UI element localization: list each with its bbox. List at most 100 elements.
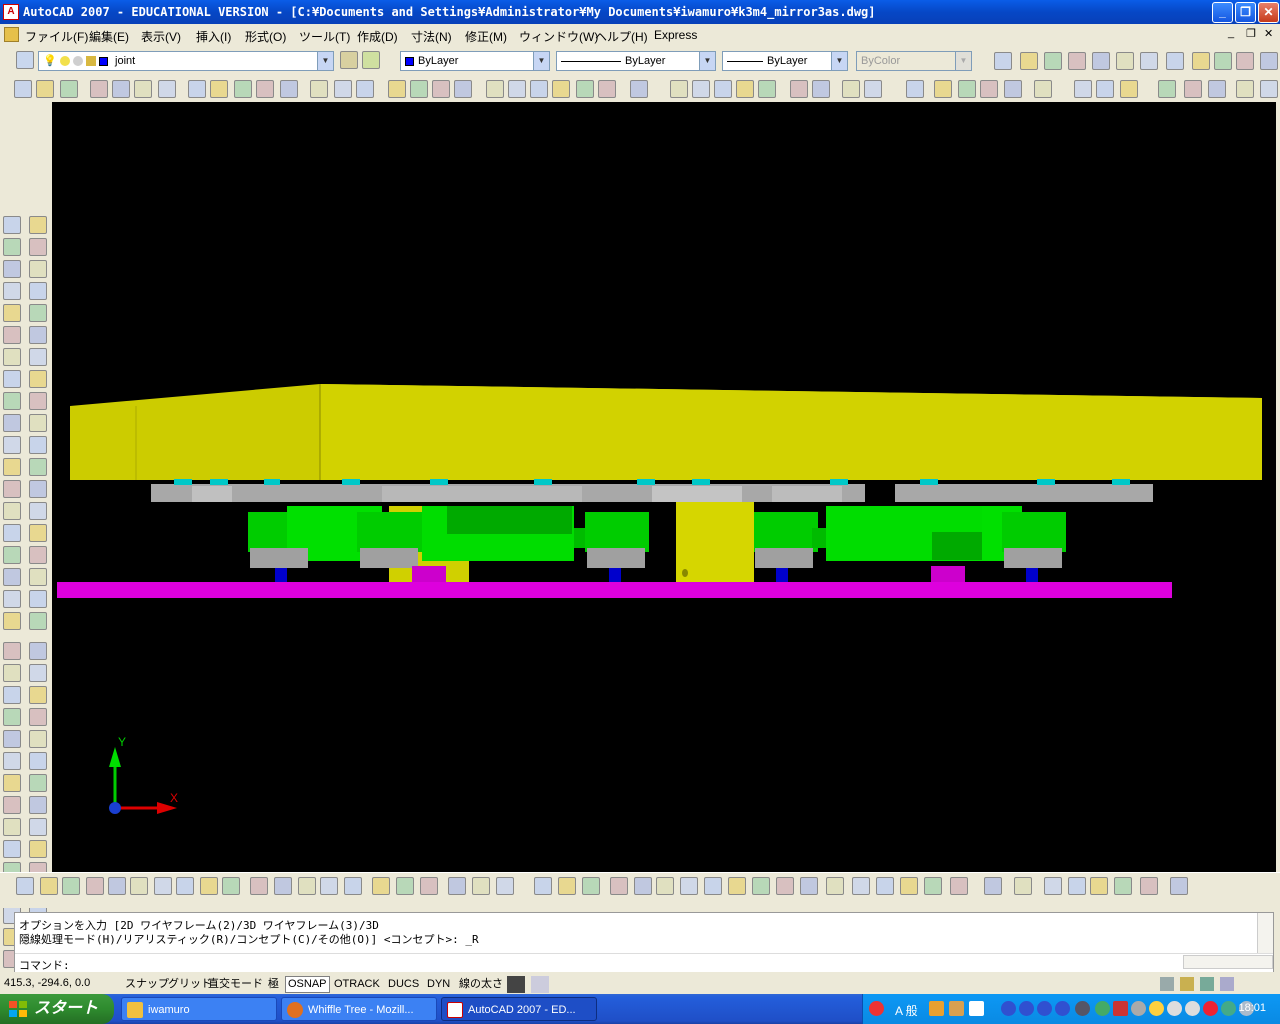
view-icon[interactable]: [1214, 52, 1232, 70]
modeling-tool-icon[interactable]: [534, 877, 552, 895]
draw-tool-icon[interactable]: [29, 568, 47, 586]
title-bar[interactable]: A AutoCAD 2007 - EDUCATIONAL VERSION - […: [0, 0, 1280, 24]
draw-tool-icon[interactable]: [3, 686, 21, 704]
standard-tool-icon[interactable]: [158, 80, 176, 98]
draw-tool-icon[interactable]: [29, 326, 47, 344]
standard-tool-icon[interactable]: [864, 80, 882, 98]
view-icon[interactable]: [1020, 52, 1038, 70]
close-button[interactable]: ✕: [1258, 2, 1279, 23]
view-icon[interactable]: [994, 52, 1012, 70]
modeling-tool-icon[interactable]: [250, 877, 268, 895]
standard-tool-icon[interactable]: [692, 80, 710, 98]
view-icon[interactable]: [1236, 52, 1254, 70]
osnap-toggle[interactable]: OSNAP: [285, 976, 330, 993]
draw-tool-icon[interactable]: [3, 642, 21, 660]
color-control-dropdown[interactable]: ByLayer ▼: [400, 51, 550, 71]
modeling-tool-icon[interactable]: [274, 877, 292, 895]
standard-tool-icon[interactable]: [906, 80, 924, 98]
standard-tool-icon[interactable]: [334, 80, 352, 98]
view-icon[interactable]: [1044, 52, 1062, 70]
command-window[interactable]: オプションを入力 [2D ワイヤフレーム(2)/3D ワイヤフレーム(3)/3D…: [14, 912, 1274, 972]
modeling-tool-icon[interactable]: [984, 877, 1002, 895]
standard-tool-icon[interactable]: [670, 80, 688, 98]
coordinate-display[interactable]: 415.3, -294.6, 0.0: [4, 977, 118, 992]
standard-tool-icon[interactable]: [1184, 80, 1202, 98]
modeling-tool-icon[interactable]: [776, 877, 794, 895]
tray-icon-7[interactable]: [1131, 1001, 1146, 1016]
ducs-toggle[interactable]: DUCS: [385, 976, 422, 993]
tray-icon-9[interactable]: [1185, 1001, 1200, 1016]
standard-tool-icon[interactable]: [758, 80, 776, 98]
menu-help[interactable]: ヘルプ(H): [595, 28, 648, 45]
standard-tool-icon[interactable]: [210, 80, 228, 98]
linetype-control-dropdown[interactable]: ByLayer ▼: [556, 51, 716, 71]
modeling-tool-icon[interactable]: [154, 877, 172, 895]
document-icon[interactable]: [4, 27, 19, 42]
view-icon[interactable]: [1260, 52, 1278, 70]
draw-tool-icon[interactable]: [3, 370, 21, 388]
layer-on-icon[interactable]: 💡: [43, 55, 57, 67]
ortho-toggle[interactable]: 直交モード: [205, 976, 266, 993]
view-icon[interactable]: [1116, 52, 1134, 70]
maximize-button[interactable]: ❐: [1235, 2, 1256, 23]
modeling-tool-icon[interactable]: [826, 877, 844, 895]
draw-tool-icon[interactable]: [29, 612, 47, 630]
tray-clock[interactable]: 18:01: [1238, 1002, 1266, 1014]
draw-tool-icon[interactable]: [29, 818, 47, 836]
view-icon[interactable]: [1068, 52, 1086, 70]
ime-tool-icon[interactable]: [929, 1001, 944, 1016]
modeling-tool-icon[interactable]: [610, 877, 628, 895]
dyn-toggle[interactable]: DYN: [424, 976, 453, 993]
standard-tool-icon[interactable]: [714, 80, 732, 98]
modeling-tool-icon[interactable]: [108, 877, 126, 895]
draw-tool-icon[interactable]: [3, 590, 21, 608]
draw-tool-icon[interactable]: [29, 546, 47, 564]
standard-tool-icon[interactable]: [630, 80, 648, 98]
draw-tool-icon[interactable]: [29, 216, 47, 234]
chevron-down-icon[interactable]: ▼: [699, 52, 715, 70]
draw-tool-icon[interactable]: [3, 612, 21, 630]
modeling-tool-icon[interactable]: [1090, 877, 1108, 895]
menu-format[interactable]: 形式(O): [245, 28, 286, 45]
draw-tool-icon[interactable]: [29, 260, 47, 278]
draw-tool-icon[interactable]: [29, 480, 47, 498]
standard-tool-icon[interactable]: [454, 80, 472, 98]
modeling-tool-icon[interactable]: [1140, 877, 1158, 895]
draw-tool-icon[interactable]: [29, 436, 47, 454]
modeling-tool-icon[interactable]: [176, 877, 194, 895]
layer-lock-icon[interactable]: [85, 56, 96, 67]
menu-dimension[interactable]: 寸法(N): [411, 28, 452, 45]
standard-tool-icon[interactable]: [1158, 80, 1176, 98]
draw-tool-icon[interactable]: [3, 392, 21, 410]
lineweight-toggle[interactable]: 線の太さ: [456, 976, 506, 993]
layout-icon[interactable]: [531, 976, 549, 993]
standard-tool-icon[interactable]: [36, 80, 54, 98]
vs-icon[interactable]: [1113, 1001, 1128, 1016]
standard-tool-icon[interactable]: [508, 80, 526, 98]
view-icon[interactable]: [1166, 52, 1184, 70]
modeling-tool-icon[interactable]: [728, 877, 746, 895]
standard-tool-icon[interactable]: [410, 80, 428, 98]
modeling-tool-icon[interactable]: [582, 877, 600, 895]
view-icon[interactable]: [1192, 52, 1210, 70]
tray-icon-3[interactable]: [1037, 1001, 1052, 1016]
minimize-button[interactable]: _: [1212, 2, 1233, 23]
viewport-scrollbar[interactable]: [1276, 102, 1280, 872]
draw-tool-icon[interactable]: [3, 524, 21, 542]
task-firefox[interactable]: Whiffle Tree - Mozill...: [281, 997, 437, 1021]
standard-tool-icon[interactable]: [552, 80, 570, 98]
polar-toggle[interactable]: 極: [265, 976, 282, 993]
doc-restore-button[interactable]: ❐: [1246, 27, 1256, 40]
doc-minimize-button[interactable]: _: [1228, 27, 1234, 39]
drawing-viewport[interactable]: Y X: [52, 102, 1278, 872]
standard-tool-icon[interactable]: [736, 80, 754, 98]
tray-icon-1[interactable]: [1001, 1001, 1016, 1016]
tray-icon-8[interactable]: [1167, 1001, 1182, 1016]
clean-screen-icon[interactable]: [1220, 977, 1234, 991]
antivirus-icon[interactable]: [869, 1001, 884, 1016]
draw-tool-icon[interactable]: [29, 774, 47, 792]
tray-icon-10[interactable]: [1203, 1001, 1218, 1016]
modeling-tool-icon[interactable]: [200, 877, 218, 895]
modeling-tool-icon[interactable]: [320, 877, 338, 895]
modeling-tool-icon[interactable]: [86, 877, 104, 895]
